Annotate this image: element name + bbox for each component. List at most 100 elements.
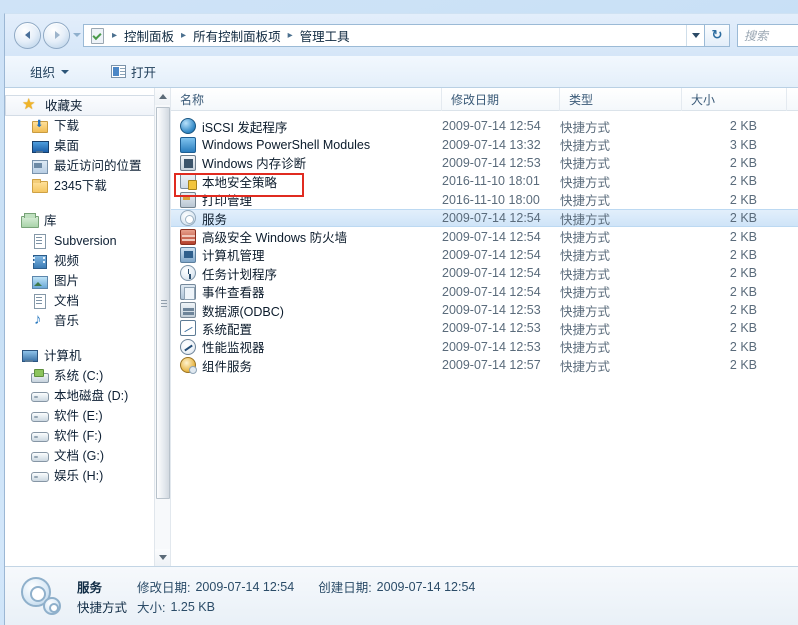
details-pane: 服务 修改日期: 2009-07-14 12:54 创建日期: 2009-07-…: [5, 566, 798, 625]
details-line-2: 快捷方式 大小: 1.25 KB: [77, 597, 475, 617]
table-row[interactable]: 事件查看器 2009-07-14 12:54 快捷方式 2 KB: [171, 283, 798, 301]
file-list-pane: 名称 修改日期 类型 大小 iSCSI 发起程序 2009-07-14 12:5…: [171, 88, 798, 566]
sidebar-item-favorites[interactable]: 收藏夹: [5, 95, 164, 116]
column-header-size[interactable]: 大小: [682, 88, 787, 111]
table-row[interactable]: 性能监视器 2009-07-14 12:53 快捷方式 2 KB: [171, 338, 798, 356]
details-size-label: 大小:: [137, 601, 166, 615]
column-header-modified[interactable]: 修改日期: [442, 88, 560, 111]
table-row[interactable]: 系统配置 2009-07-14 12:53 快捷方式 2 KB: [171, 319, 798, 337]
sidebar-label-desktop: 桌面: [54, 139, 80, 153]
sidebar-item-music[interactable]: 音乐: [5, 311, 170, 331]
sidebar-item-drive-c[interactable]: 系统 (C:): [5, 366, 170, 386]
forward-button[interactable]: [43, 21, 70, 49]
file-size-cell: 2 KB: [729, 303, 757, 318]
document-icon: [31, 233, 48, 249]
table-row[interactable]: 打印管理 2016-11-10 18:00 快捷方式 2 KB: [171, 191, 798, 209]
details-size-value: 1.25 KB: [170, 599, 215, 614]
table-row[interactable]: 本地安全策略 2016-11-10 18:01 快捷方式 2 KB: [171, 172, 798, 191]
services-icon: [180, 210, 196, 227]
table-row[interactable]: 任务计划程序 2009-07-14 12:54 快捷方式 2 KB: [171, 264, 798, 282]
explorer-window: ▸ 控制面板 ▸ 所有控制面板项 ▸ 管理工具 ↻ 搜索 组织 打开 ★ 收藏夹…: [4, 13, 798, 625]
file-name-cell: Windows 内存诊断: [171, 153, 306, 172]
sidebar-label-recent-places: 最近访问的位置: [54, 159, 142, 173]
sidebar-item-2345download[interactable]: 2345下载: [5, 176, 170, 196]
sidebar-item-videos[interactable]: 视频: [5, 251, 170, 271]
file-size-cell: 2 KB: [729, 358, 757, 373]
file-name-cell: 计算机管理: [171, 245, 265, 264]
file-modified-cell: 2009-07-14 12:57: [442, 358, 541, 373]
sidebar-item-drive-h[interactable]: 娱乐 (H:): [5, 466, 170, 486]
folder-icon: [31, 178, 48, 194]
breadcrumb-item-2[interactable]: 管理工具: [298, 25, 352, 46]
drive-icon: [31, 388, 49, 404]
search-input[interactable]: 搜索: [737, 23, 798, 47]
open-button[interactable]: 打开: [104, 60, 163, 84]
file-type-cell: 快捷方式: [560, 157, 611, 172]
sidebar-item-subversion[interactable]: Subversion: [5, 231, 170, 251]
file-name-cell: 性能监视器: [171, 337, 265, 356]
file-type-cell: 快捷方式: [560, 212, 611, 227]
refresh-icon[interactable]: ↻: [705, 23, 730, 47]
sidebar-item-downloads[interactable]: 下载: [5, 116, 170, 136]
breadcrumb-item-0[interactable]: 控制面板: [122, 25, 176, 46]
table-row[interactable]: Windows PowerShell Modules 2009-07-14 13…: [171, 135, 798, 153]
table-row[interactable]: 高级安全 Windows 防火墙 2009-07-14 12:54 快捷方式 2…: [171, 227, 798, 245]
sidebar-item-documents[interactable]: 文档: [5, 291, 170, 311]
file-name-cell: Windows PowerShell Modules: [171, 136, 370, 153]
recent-places-icon: [31, 158, 48, 174]
chevron-down-icon: [61, 69, 70, 74]
gear-small-icon: [43, 596, 61, 615]
file-type-cell: 快捷方式: [560, 359, 611, 374]
file-name-text: 事件查看器: [202, 286, 265, 301]
sidebar-label-drive-f: 软件 (F:): [54, 429, 102, 443]
sidebar-item-drive-g[interactable]: 文档 (G:): [5, 446, 170, 466]
navigation-pane-scrollbar[interactable]: [154, 88, 170, 566]
file-size-cell: 2 KB: [729, 284, 757, 299]
sidebar-item-pictures[interactable]: 图片: [5, 271, 170, 291]
file-modified-cell: 2009-07-14 12:53: [442, 339, 541, 354]
sidebar-item-drive-f[interactable]: 软件 (F:): [5, 426, 170, 446]
video-icon: [31, 253, 48, 269]
sidebar-item-recent-places[interactable]: 最近访问的位置: [5, 156, 170, 176]
file-type-cell: 快捷方式: [560, 249, 611, 264]
drive-icon: [31, 428, 49, 444]
breadcrumb-item-1[interactable]: 所有控制面板项: [191, 25, 283, 46]
sidebar-item-drive-e[interactable]: 软件 (E:): [5, 406, 170, 426]
table-row[interactable]: 数据源(ODBC) 2009-07-14 12:53 快捷方式 2 KB: [171, 301, 798, 319]
address-bar[interactable]: ▸ 控制面板 ▸ 所有控制面板项 ▸ 管理工具: [83, 23, 705, 47]
system-configuration-icon: [180, 320, 196, 337]
component-services-icon: [180, 357, 197, 375]
breadcrumb-separator-2: ▸: [287, 29, 293, 41]
table-row[interactable]: Windows 内存诊断 2009-07-14 12:53 快捷方式 2 KB: [171, 154, 798, 172]
firewall-icon: [180, 228, 196, 245]
file-name-text: Windows 内存诊断: [202, 157, 307, 172]
table-row[interactable]: 计算机管理 2009-07-14 12:54 快捷方式 2 KB: [171, 246, 798, 264]
sidebar-label-music: 音乐: [54, 314, 80, 328]
back-button[interactable]: [14, 21, 41, 49]
scrollbar-thumb[interactable]: [156, 107, 170, 499]
computer-icon: [21, 348, 38, 364]
file-size-cell: 2 KB: [729, 339, 757, 354]
table-row[interactable]: 组件服务 2009-07-14 12:57 快捷方式 2 KB: [171, 356, 798, 375]
scroll-down-arrow-icon[interactable]: [155, 549, 170, 566]
details-modified-label: 修改日期:: [137, 581, 191, 595]
table-row[interactable]: iSCSI 发起程序 2009-07-14 12:54 快捷方式 2 KB: [171, 117, 798, 135]
recent-locations-dropdown[interactable]: [70, 25, 83, 45]
sidebar-item-drive-d[interactable]: 本地磁盘 (D:): [5, 386, 170, 406]
address-dropdown-icon[interactable]: [686, 24, 704, 46]
file-modified-cell: 2009-07-14 12:53: [442, 321, 541, 336]
sidebar-item-computer[interactable]: 计算机: [5, 346, 170, 366]
navigation-pane: 收藏夹 下载 桌面 最近访问的位置 2345下载: [5, 88, 171, 566]
sidebar-item-desktop[interactable]: 桌面: [5, 136, 170, 156]
scroll-up-arrow-icon[interactable]: [155, 88, 170, 105]
star-icon: [22, 95, 39, 114]
sidebar-label-computer: 计算机: [44, 349, 82, 363]
file-name-cell: 组件服务: [171, 356, 252, 375]
column-header-name[interactable]: 名称: [171, 88, 442, 111]
table-row-selected[interactable]: 服务 2009-07-14 12:54 快捷方式 2 KB: [171, 208, 798, 228]
details-created-label: 创建日期:: [318, 581, 372, 595]
sidebar-item-libraries[interactable]: 库: [5, 211, 170, 231]
column-header-type[interactable]: 类型: [560, 88, 682, 111]
details-line-1: 服务 修改日期: 2009-07-14 12:54 创建日期: 2009-07-…: [77, 577, 475, 597]
organize-button[interactable]: 组织: [23, 60, 76, 84]
